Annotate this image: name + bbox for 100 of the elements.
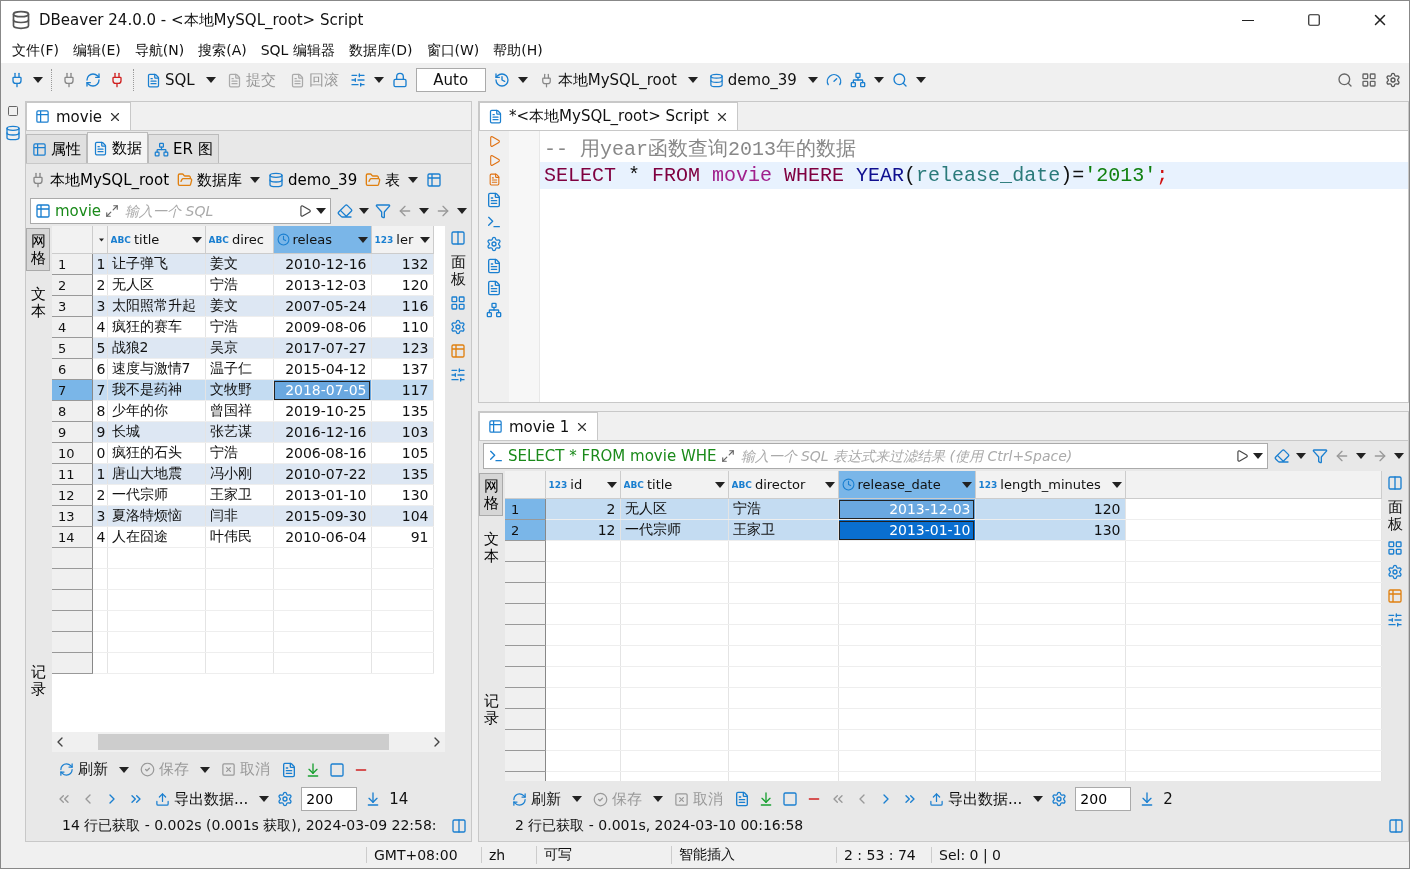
eraser-icon[interactable] bbox=[1274, 448, 1290, 464]
layout-icon[interactable] bbox=[1387, 612, 1403, 628]
view-tab[interactable]: 网格 bbox=[26, 228, 50, 271]
panels-label[interactable]: 面板 bbox=[1387, 499, 1403, 532]
sort-caret-icon[interactable] bbox=[98, 236, 104, 243]
table-icon[interactable] bbox=[426, 172, 443, 188]
dropdown-caret-icon[interactable] bbox=[807, 77, 818, 83]
search-icon[interactable] bbox=[1337, 72, 1353, 88]
row-number[interactable]: 7 bbox=[52, 379, 92, 401]
edit-row-icon[interactable] bbox=[734, 791, 750, 807]
column-header[interactable]: ABC director bbox=[728, 471, 838, 499]
column-header[interactable]: ABC title bbox=[107, 226, 205, 254]
filter-field[interactable]: SELECT * FROM movie WHE 输入一个 SQL 表达式来过滤结果 (使用 Ctrl+Space) bbox=[483, 443, 1268, 469]
panel-icon[interactable] bbox=[450, 230, 466, 246]
grid-icon[interactable] bbox=[450, 295, 466, 311]
column-header[interactable]: releas bbox=[273, 226, 371, 254]
connect-icon[interactable] bbox=[61, 72, 77, 88]
filter-input[interactable]: 输入一个 SQL bbox=[123, 202, 294, 220]
view-tab[interactable]: 记录 bbox=[26, 659, 50, 702]
reconnect-icon[interactable] bbox=[85, 72, 101, 88]
dropdown-caret-icon[interactable] bbox=[259, 796, 270, 802]
dashboard-icon[interactable] bbox=[825, 72, 842, 88]
dropdown-caret-icon[interactable] bbox=[572, 796, 582, 802]
copy-row-icon[interactable] bbox=[782, 791, 798, 807]
dropdown-caret-icon[interactable] bbox=[687, 77, 698, 83]
row-number[interactable]: 13 bbox=[52, 505, 92, 527]
format-icon[interactable] bbox=[486, 192, 502, 208]
dropdown-caret-icon[interactable] bbox=[1033, 796, 1044, 802]
commit-mode-field[interactable]: Auto bbox=[415, 68, 486, 92]
sql-icon[interactable] bbox=[488, 448, 504, 464]
menu-item[interactable]: 导航(N) bbox=[127, 42, 192, 60]
fetch-size-field[interactable]: 200 bbox=[1075, 787, 1132, 811]
view-tab[interactable]: 网格 bbox=[479, 473, 503, 516]
editor-tab[interactable]: movie bbox=[26, 102, 132, 130]
row-number[interactable]: 9 bbox=[52, 421, 92, 443]
filter-input[interactable]: 输入一个 SQL 表达式来过滤结果 (使用 Ctrl+Space) bbox=[738, 447, 1231, 465]
row-number[interactable]: 2 bbox=[505, 519, 545, 541]
export-data-button[interactable]: 导出数据... bbox=[926, 787, 1026, 811]
row-number[interactable]: 3 bbox=[52, 295, 92, 317]
dropdown-caret-icon[interactable] bbox=[250, 177, 261, 183]
table-icon[interactable] bbox=[1387, 588, 1403, 604]
dropdown-caret-icon[interactable] bbox=[1296, 453, 1306, 459]
dropdown-caret-icon[interactable] bbox=[1356, 453, 1366, 459]
view-tab[interactable]: ER 图 bbox=[148, 134, 219, 163]
panel-toggle-icon[interactable] bbox=[451, 818, 467, 834]
menu-item[interactable]: SQL 编辑器 bbox=[253, 42, 342, 60]
sort-caret-icon[interactable] bbox=[714, 481, 725, 488]
lock-icon[interactable] bbox=[391, 72, 408, 88]
restore-icon[interactable] bbox=[7, 105, 19, 117]
play-icon[interactable] bbox=[298, 204, 312, 218]
column-header[interactable]: 123 id bbox=[545, 471, 620, 499]
new-connection-icon[interactable] bbox=[9, 72, 25, 88]
menu-item[interactable]: 窗口(W) bbox=[419, 42, 487, 60]
panels-label[interactable]: 面板 bbox=[450, 254, 466, 287]
add-row-icon[interactable] bbox=[758, 791, 774, 807]
scrollbar-thumb[interactable] bbox=[98, 734, 389, 750]
row-number[interactable]: 1 bbox=[505, 498, 545, 520]
back-arrow-icon[interactable] bbox=[397, 203, 413, 219]
column-header[interactable]: release_date bbox=[838, 471, 975, 499]
dropdown-caret-icon[interactable] bbox=[200, 766, 210, 773]
menu-item[interactable]: 搜索(A) bbox=[191, 42, 254, 60]
column-header[interactable]: 123 ler bbox=[371, 226, 433, 254]
edit-row-icon[interactable] bbox=[281, 761, 297, 778]
dropdown-caret-icon[interactable] bbox=[316, 208, 326, 214]
connection-icon[interactable] bbox=[30, 172, 46, 188]
dropdown-caret-icon[interactable] bbox=[119, 766, 129, 773]
row-number[interactable]: 12 bbox=[52, 484, 92, 506]
dropdown-caret-icon[interactable] bbox=[653, 796, 663, 802]
row-number[interactable]: 2 bbox=[52, 274, 92, 296]
results-tab[interactable]: movie 1 bbox=[479, 412, 599, 440]
forward-arrow-icon[interactable] bbox=[1372, 448, 1388, 464]
folder-icon[interactable] bbox=[177, 172, 194, 188]
menu-item[interactable]: 帮助(H) bbox=[486, 42, 550, 60]
menu-item[interactable]: 文件(F) bbox=[5, 42, 66, 60]
expand-icon[interactable] bbox=[105, 204, 120, 218]
view-tab[interactable]: 文本 bbox=[479, 526, 503, 569]
history-icon[interactable] bbox=[493, 72, 510, 88]
sort-caret-icon[interactable] bbox=[961, 481, 972, 488]
file-icon[interactable] bbox=[486, 280, 502, 296]
folder-icon[interactable] bbox=[365, 172, 382, 188]
disconnect-icon[interactable] bbox=[109, 72, 125, 88]
grid-icon[interactable] bbox=[1387, 540, 1403, 556]
column-header[interactable]: ABC title bbox=[620, 471, 728, 499]
dropdown-caret-icon[interactable] bbox=[915, 77, 926, 83]
settings-icon[interactable] bbox=[450, 319, 466, 335]
outline-icon[interactable] bbox=[486, 302, 502, 318]
sort-caret-icon[interactable] bbox=[606, 481, 617, 488]
view-tab[interactable]: 记录 bbox=[479, 688, 503, 731]
dropdown-caret-icon[interactable] bbox=[873, 77, 884, 83]
settings-icon[interactable] bbox=[277, 791, 294, 807]
breadcrumb-item[interactable]: 表 bbox=[365, 170, 401, 190]
editor-tab[interactable]: *<本地MySQL_root> Script bbox=[479, 102, 738, 130]
dropdown-caret-icon[interactable] bbox=[33, 77, 43, 83]
view-tab[interactable]: 文本 bbox=[26, 281, 50, 324]
column-header[interactable]: ABC direc bbox=[205, 226, 273, 254]
fetch-size-field[interactable]: 200 bbox=[301, 787, 358, 811]
refresh-button[interactable]: 刷新 bbox=[56, 758, 111, 781]
breadcrumb-item[interactable]: 本地MySQL_root bbox=[30, 170, 170, 190]
network-icon[interactable] bbox=[849, 72, 866, 88]
sort-caret-icon[interactable] bbox=[357, 236, 368, 243]
